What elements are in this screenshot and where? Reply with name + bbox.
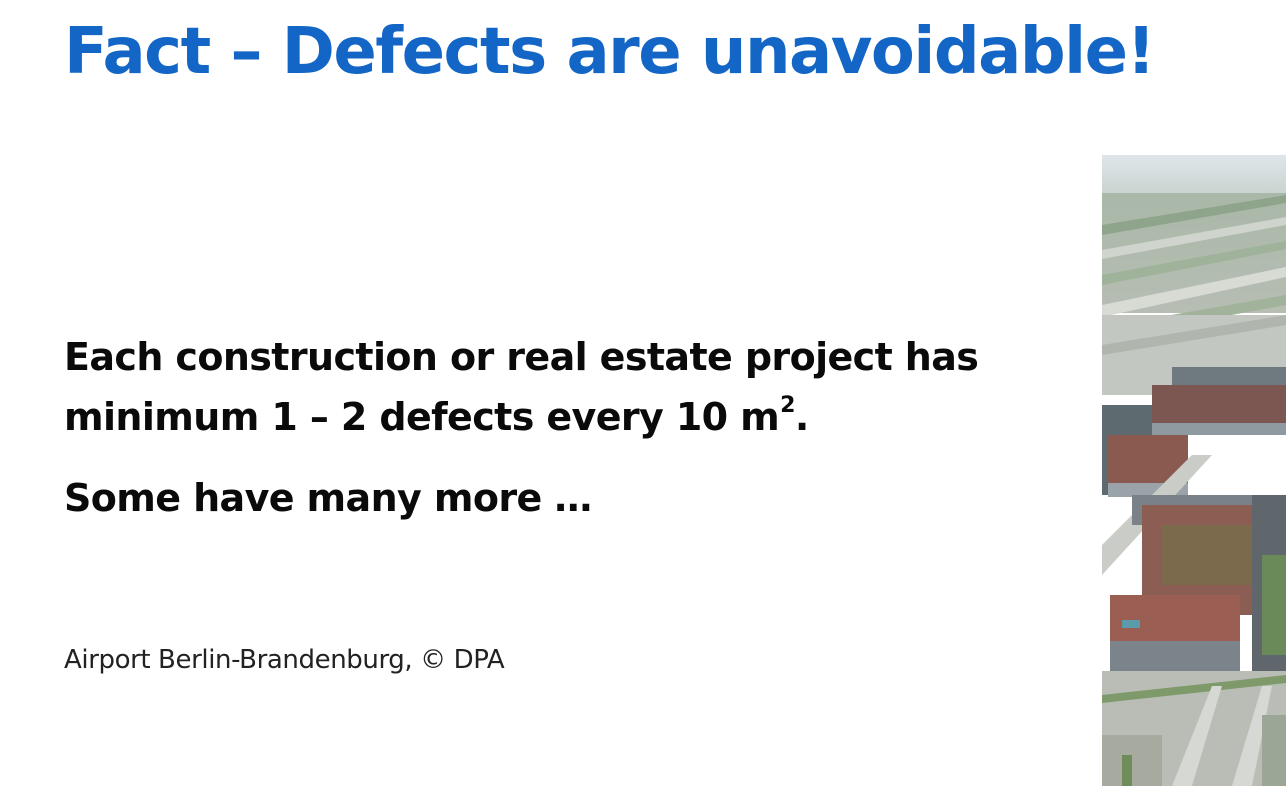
body-line-3-text: Some have many more … [64,476,592,520]
body-line-1-text: Each construction or real estate project… [64,335,979,379]
airport-aerial-photo-graphic [1102,155,1286,786]
body-line-2-text: minimum 1 – 2 defects every 10 m [64,395,780,439]
body-line-1: Each construction or real estate project… [64,327,979,387]
body-line-2: minimum 1 – 2 defects every 10 m2. [64,387,809,447]
photo-caption: Airport Berlin-Brandenburg, © DPA [64,645,505,675]
superscript: 2 [780,393,795,419]
airport-aerial-photo [1102,155,1286,786]
body-line-3: Some have many more … [64,468,592,528]
slide-title: Fact – Defects are unavoidable! [64,15,1156,89]
body-line-2-end: . [794,395,809,439]
